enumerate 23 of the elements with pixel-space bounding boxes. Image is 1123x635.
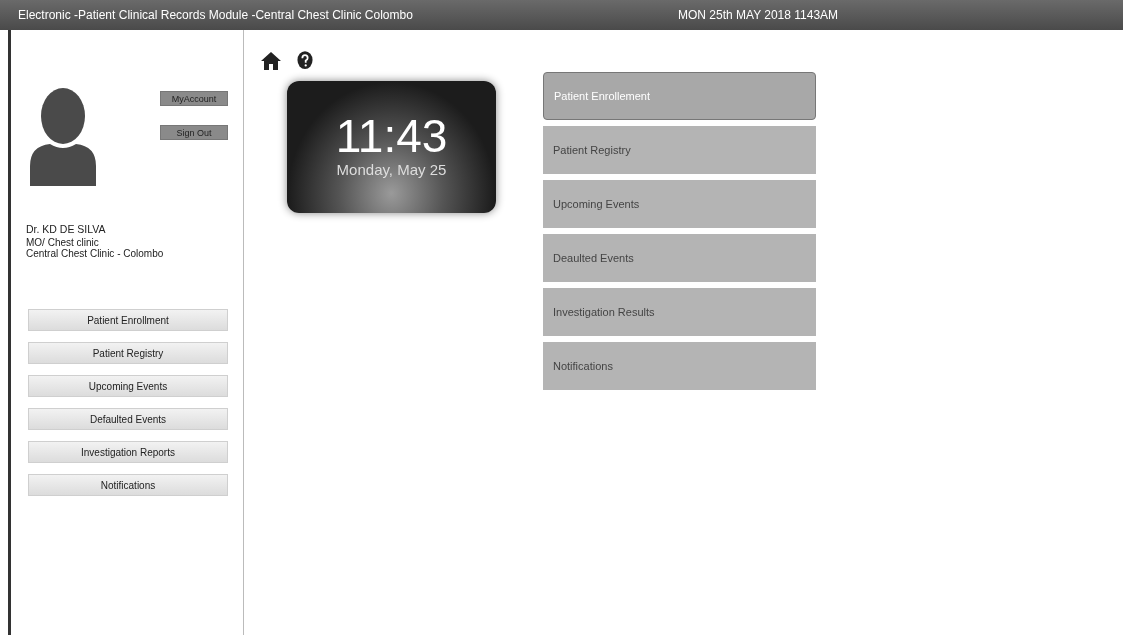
sidebar-button[interactable]: Upcoming Events <box>28 375 228 397</box>
clock-time: 11:43 <box>335 113 448 159</box>
home-icon[interactable] <box>261 51 281 71</box>
sign-out-button[interactable]: Sign Out <box>160 125 228 140</box>
clinic-name: Central Chest Clinic - Colombo <box>26 248 165 259</box>
menu-tile[interactable]: Deaulted Events <box>543 234 816 282</box>
date-time: MON 25th MAY 2018 1143AM <box>678 8 839 22</box>
account-button[interactable]: MyAccount <box>160 91 228 106</box>
sidebar-button[interactable]: Patient Registry <box>28 342 228 364</box>
window-title: Electronic -Patient Clinical Records Module -Central Chest Clinic Colombo <box>18 8 414 22</box>
help-icon[interactable] <box>297 51 313 71</box>
sidebar-button[interactable]: Investigation Reports <box>28 441 228 463</box>
sidebar-button[interactable]: Defaulted Events <box>28 408 228 430</box>
clock-date: Monday, May 25 <box>336 161 447 178</box>
menu-tile[interactable]: Notifications <box>543 342 816 390</box>
sidebar-button[interactable]: Notifications <box>28 474 228 496</box>
doctor-name: Dr. KD DE SILVA <box>26 224 107 235</box>
menu-tile[interactable]: Investigation Results <box>543 288 816 336</box>
menu-tile[interactable]: Upcoming Events <box>543 180 816 228</box>
menu-tile[interactable]: Patient Registry <box>543 126 816 174</box>
doctor-role: MO/ Chest clinic <box>26 237 100 248</box>
avatar-icon <box>30 88 96 186</box>
sidebar-button[interactable]: Patient Enrollment <box>28 309 228 331</box>
